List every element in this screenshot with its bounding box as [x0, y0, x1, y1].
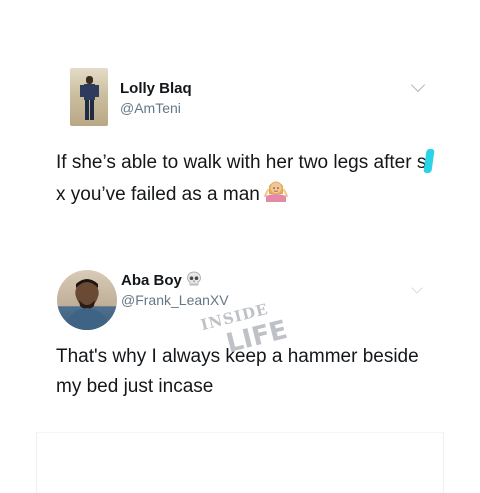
censor-mark [423, 149, 436, 173]
avatar[interactable] [57, 270, 117, 330]
user-handle[interactable]: @Frank_LeanXV [121, 292, 229, 308]
tweet-text: That's why I always keep a hammer beside… [56, 346, 419, 397]
display-name[interactable]: Aba Boy [121, 272, 182, 289]
chevron-down-icon[interactable] [410, 77, 426, 93]
next-card-frame [36, 432, 444, 493]
skull-emoji-icon [186, 271, 202, 291]
tweet-card[interactable]: Lolly Blaq @AmTeni If she’s able to walk… [0, 60, 480, 250]
avatar-image [80, 76, 99, 120]
avatar[interactable] [70, 68, 108, 126]
woman-shrugging-emoji-icon [263, 178, 288, 212]
display-name-row[interactable]: Aba Boy [121, 271, 202, 291]
tweet-text-part: If she’s able to walk with her two legs … [56, 152, 427, 173]
avatar-image [65, 279, 109, 330]
user-handle[interactable]: @AmTeni [120, 100, 181, 116]
tweet-card[interactable]: Aba Boy @Frank_LeanXV That's why I alway… [0, 262, 480, 422]
tweet-text: If she’s able to walk with her two legs … [56, 148, 436, 212]
chevron-down-icon[interactable] [411, 282, 423, 294]
display-name[interactable]: Lolly Blaq [120, 80, 192, 97]
tweet-text-part: x you’ve failed as a man [56, 184, 260, 206]
